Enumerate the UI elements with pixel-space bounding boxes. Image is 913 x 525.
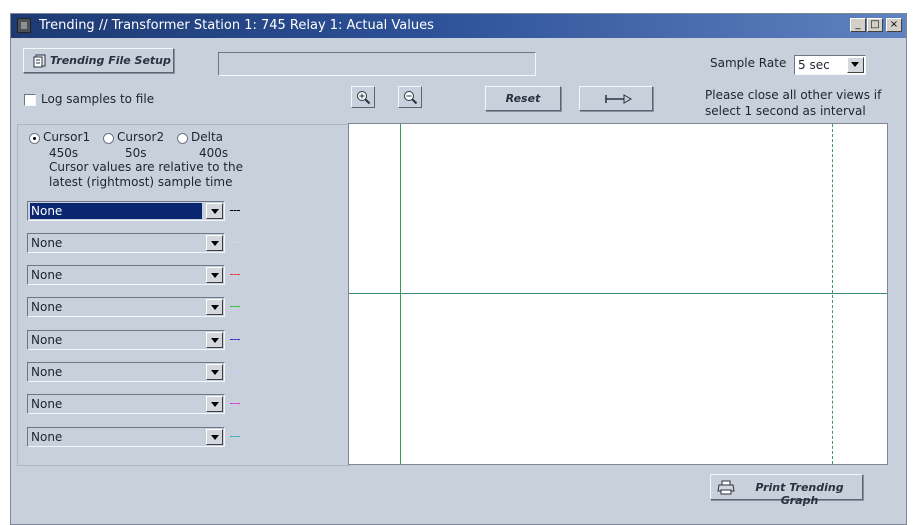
close-button[interactable]: × [886,18,902,32]
channel-select-value: None [30,203,202,219]
channel-select-value: None [31,333,63,347]
delta-label: Delta [191,130,224,144]
channel-select-value: None [31,300,63,314]
trending-file-setup-button[interactable]: Trending File Setup [23,48,174,73]
channel-color-swatch-6 [230,371,240,372]
chevron-down-icon[interactable] [206,235,223,251]
cursor2-line[interactable] [832,124,833,464]
chevron-down-icon[interactable] [206,396,223,412]
log-samples-checkbox[interactable] [24,94,36,106]
channel-select-3[interactable]: None [27,265,225,285]
app-icon [17,18,31,33]
channel-select-value: None [31,365,63,379]
chevron-down-icon[interactable] [206,364,223,380]
print-trending-graph-label: Print Trending Graph [755,481,844,507]
cursor-note-line1: Cursor values are relative to the [49,160,243,174]
cursor2-radio[interactable] [103,133,114,144]
cursor1-line[interactable] [400,124,401,464]
trending-file-setup-label: Trending File Setup [50,54,171,67]
trending-file-icon [33,54,47,71]
chevron-down-icon[interactable] [206,299,223,315]
chevron-down-icon[interactable] [206,267,223,283]
scroll-right-button[interactable] [579,86,653,111]
print-trending-graph-button[interactable]: Print Trending Graph [710,474,863,507]
channel-select-2[interactable]: None [27,233,225,253]
log-samples-label: Log samples to file [41,92,155,106]
cursor1-radio[interactable] [29,133,40,144]
cursor2-value: 50s [125,146,147,160]
channel-color-swatch-3 [230,274,240,275]
channel-color-swatch-5 [230,339,240,340]
trending-window: Trending // Transformer Station 1: 745 R… [10,13,907,525]
window-title: Trending // Transformer Station 1: 745 R… [39,18,434,33]
channel-color-swatch-1 [230,210,240,211]
reset-label: Reset [505,92,541,105]
zoom-out-icon [403,90,418,108]
chevron-down-icon[interactable] [206,332,223,348]
channel-color-swatch-8 [230,436,240,437]
minimize-button[interactable]: _ [850,18,866,32]
zoom-out-button[interactable] [398,86,422,108]
chevron-down-icon[interactable] [206,429,223,445]
delta-value: 400s [199,146,229,160]
interval-note-line2: select 1 second as interval [705,104,866,118]
zoom-in-button[interactable] [351,86,375,108]
channel-select-1[interactable]: None [27,201,225,221]
channel-color-swatch-4 [230,306,240,307]
chevron-down-icon[interactable] [847,57,864,73]
printer-icon [717,480,735,498]
cursor1-label: Cursor1 [43,130,91,144]
trending-graph[interactable] [348,123,888,465]
title-bar: Trending // Transformer Station 1: 745 R… [11,14,906,38]
sample-rate-label: Sample Rate [710,56,787,70]
channel-select-value: None [31,236,63,250]
channel-select-7[interactable]: None [27,394,225,414]
sample-rate-value: 5 sec [798,58,830,72]
channel-select-value: None [31,268,63,282]
arrow-right-icon [604,92,633,109]
cursor1-value: 450s [49,146,79,160]
channel-select-value: None [31,430,63,444]
channel-panel: Cursor1 Cursor2 Delta 450s 50s 400s Curs… [17,124,350,466]
channel-select-4[interactable]: None [27,297,225,317]
maximize-button[interactable]: □ [867,18,883,32]
graph-center-line [349,293,887,294]
file-path-field [218,52,536,76]
channel-select-value: None [31,397,63,411]
channel-select-5[interactable]: None [27,330,225,350]
interval-note-line1: Please close all other views if [705,88,882,102]
zoom-in-icon [356,90,371,108]
reset-button[interactable]: Reset [485,86,561,111]
cursor-note-line2: latest (rightmost) sample time [49,175,233,189]
sample-rate-select[interactable]: 5 sec [794,55,866,75]
channel-select-6[interactable]: None [27,362,225,382]
chevron-down-icon[interactable] [206,203,223,219]
channel-select-8[interactable]: None [27,427,225,447]
delta-radio[interactable] [177,133,188,144]
channel-color-swatch-2 [230,242,240,243]
channel-color-swatch-7 [230,403,240,404]
cursor2-label: Cursor2 [117,130,165,144]
